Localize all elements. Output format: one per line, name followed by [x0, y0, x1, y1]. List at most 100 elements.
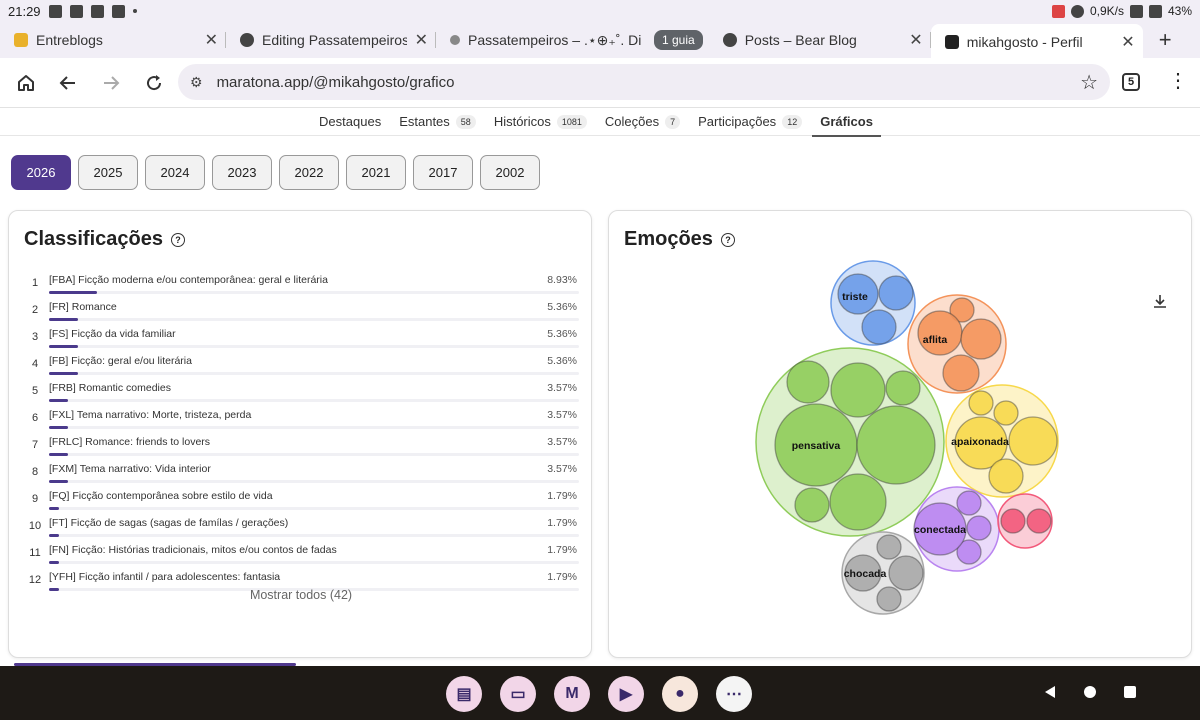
- bar-track: [49, 345, 579, 348]
- app-drawer-icon[interactable]: ⋯: [716, 676, 752, 712]
- bar-track: [49, 318, 579, 321]
- tab-participacoes[interactable]: Participações 12: [698, 108, 803, 136]
- home-nav-icon[interactable]: [1083, 685, 1097, 699]
- classification-label: [FBA] Ficção moderna e/ou contemporânea:…: [49, 274, 328, 286]
- bar-track: [49, 453, 579, 456]
- classification-label: [FB] Ficção: geral e/ou literária: [49, 355, 192, 367]
- bar-track: [49, 561, 579, 564]
- tab-estantes[interactable]: Estantes 58: [399, 108, 476, 136]
- strawberry-app-icon[interactable]: ●: [662, 676, 698, 712]
- emotion-sub-bubble[interactable]: [988, 458, 1024, 494]
- rank-number: 2: [31, 304, 39, 316]
- rank-number: 10: [28, 520, 42, 532]
- emotion-label: pensativa: [792, 440, 841, 452]
- docs-app-icon[interactable]: ▤: [446, 676, 482, 712]
- reload-icon[interactable]: [132, 61, 176, 105]
- tab-posts-bear-blog[interactable]: Posts – Bear Blog ✕: [709, 24, 931, 56]
- browser-toolbar: ⚙ maratona.app/@mikahgosto/grafico ☆ 5 ⋮: [0, 58, 1200, 108]
- classification-percent: 8.93%: [547, 274, 577, 286]
- show-all-link[interactable]: Mostrar todos (42): [9, 588, 593, 602]
- more-menu-icon[interactable]: ⋮: [1168, 68, 1188, 93]
- emotion-sub-bubble[interactable]: [830, 362, 886, 418]
- site-settings-icon[interactable]: ⚙: [190, 74, 203, 91]
- close-tab-icon[interactable]: ✕: [205, 30, 218, 50]
- new-tab-plus-icon[interactable]: +: [1159, 27, 1172, 53]
- close-tab-icon[interactable]: ✕: [1121, 32, 1134, 52]
- emotion-sub-bubble[interactable]: [917, 310, 963, 356]
- tab-switcher-button[interactable]: 5: [1122, 73, 1140, 91]
- emotion-sub-bubble[interactable]: [968, 390, 994, 416]
- classification-percent: 1.79%: [547, 571, 577, 583]
- url-text[interactable]: maratona.app/@mikahgosto/grafico: [217, 74, 455, 91]
- classification-bar: [49, 399, 69, 402]
- classification-row: 9 [FQ] Ficção contemporânea sobre estilo …: [27, 488, 579, 515]
- emotion-sub-bubble[interactable]: [861, 309, 897, 345]
- year-button-2026[interactable]: 2026: [11, 155, 71, 190]
- forward-arrow-icon[interactable]: [89, 61, 133, 105]
- app-dock: ▤ ▭ M ▶ ● ⋯: [446, 676, 752, 712]
- classification-percent: 1.79%: [547, 544, 577, 556]
- emotion-sub-bubble[interactable]: [993, 400, 1019, 426]
- tab-passatempeiros[interactable]: Passatempeiros – .⋆⊕₊˚. Di: [436, 24, 650, 56]
- emotion-sub-bubble[interactable]: [885, 370, 921, 406]
- emotion-sub-bubble[interactable]: [786, 360, 830, 404]
- battery-level: 43%: [1167, 4, 1192, 18]
- close-tab-icon[interactable]: ✕: [415, 30, 428, 50]
- help-icon[interactable]: ?: [170, 232, 185, 247]
- screen-app-icon[interactable]: ▭: [500, 676, 536, 712]
- emotion-sub-bubble[interactable]: [1000, 508, 1026, 534]
- emotion-sub-bubble[interactable]: [878, 275, 914, 311]
- media-player-app-icon[interactable]: ▶: [608, 676, 644, 712]
- bookmark-star-icon[interactable]: ☆: [1080, 70, 1098, 95]
- emotion-sub-bubble[interactable]: [1026, 508, 1052, 534]
- tab-historicos[interactable]: Históricos 1081: [494, 108, 587, 136]
- year-button-2002[interactable]: 2002: [480, 155, 540, 190]
- classification-bar: [49, 372, 78, 375]
- entreblogs-favicon-icon: [14, 33, 28, 47]
- year-button-2021[interactable]: 2021: [346, 155, 406, 190]
- year-button-2017[interactable]: 2017: [413, 155, 473, 190]
- year-button-2023[interactable]: 2023: [212, 155, 272, 190]
- recents-nav-icon[interactable]: [1123, 685, 1137, 699]
- classification-label: [FRLC] Romance: friends to lovers: [49, 436, 211, 448]
- emotion-sub-bubble[interactable]: [1008, 416, 1058, 466]
- bar-track: [49, 507, 579, 510]
- emotion-sub-bubble[interactable]: [794, 487, 830, 523]
- year-button-2024[interactable]: 2024: [145, 155, 205, 190]
- classification-label: [FT] Ficção de sagas (sagas de famílas /…: [49, 517, 289, 529]
- year-button-2025[interactable]: 2025: [78, 155, 138, 190]
- sparkle-favicon-icon: [450, 35, 460, 45]
- tab-colecoes[interactable]: Coleções 7: [605, 108, 681, 136]
- home-icon[interactable]: [4, 61, 48, 105]
- emotion-sub-bubble[interactable]: [888, 555, 924, 591]
- bar-track: [49, 480, 579, 483]
- tab-entreblogs[interactable]: Entreblogs ✕: [0, 24, 226, 56]
- bar-track: [49, 426, 579, 429]
- emotion-sub-bubble[interactable]: [942, 354, 980, 392]
- tiktok-notification-icon: [48, 4, 62, 18]
- classification-percent: 1.79%: [547, 490, 577, 502]
- emotion-sub-bubble[interactable]: [956, 490, 982, 516]
- back-arrow-icon[interactable]: [46, 61, 90, 105]
- emotion-sub-bubble[interactable]: [960, 318, 1002, 360]
- emotion-sub-bubble[interactable]: [876, 586, 902, 612]
- tab-editing-passatempeiros[interactable]: Editing Passatempeiros – B ✕: [226, 24, 436, 56]
- close-tab-icon[interactable]: ✕: [909, 30, 922, 50]
- emotion-sub-bubble[interactable]: [829, 473, 887, 531]
- back-nav-icon[interactable]: [1043, 685, 1057, 699]
- classification-bar: [49, 507, 59, 510]
- count-badge: 1081: [556, 114, 587, 129]
- gmail-app-icon[interactable]: M: [554, 676, 590, 712]
- rank-number: 12: [28, 574, 42, 586]
- address-bar[interactable]: ⚙ maratona.app/@mikahgosto/grafico ☆: [178, 64, 1110, 100]
- emotion-sub-bubble[interactable]: [856, 405, 936, 485]
- year-button-2022[interactable]: 2022: [279, 155, 339, 190]
- bar-track: [49, 399, 579, 402]
- tab-graficos[interactable]: Gráficos: [812, 108, 881, 137]
- emotion-sub-bubble[interactable]: [966, 515, 992, 541]
- tab-mikahgosto-perfil[interactable]: mikahgosto - Perfil ✕: [930, 24, 1143, 60]
- tab-group-chip[interactable]: 1 guia: [654, 30, 703, 50]
- emotion-sub-bubble[interactable]: [876, 534, 902, 560]
- tab-destaques[interactable]: Destaques: [319, 108, 381, 136]
- profile-subnav: Destaques Estantes 58 Históricos 1081 Coleçõe…: [0, 108, 1200, 137]
